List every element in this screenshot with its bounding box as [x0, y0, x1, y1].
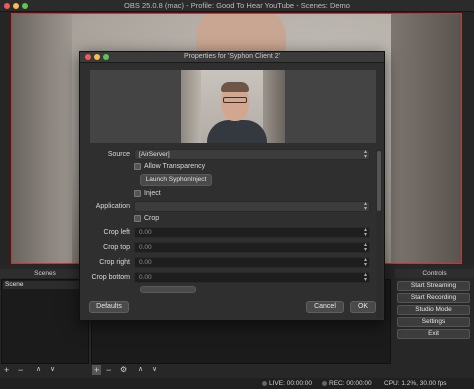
source-select[interactable]: [AirServer] ▴ ▾ — [134, 149, 370, 160]
source-row: Source [AirServer] ▴ ▾ — [80, 149, 386, 161]
crop-label: Crop — [144, 215, 160, 222]
crop-left-value: 0.00 — [139, 229, 152, 236]
partially-hidden-button[interactable] — [140, 286, 196, 293]
exit-button[interactable]: Exit — [397, 329, 470, 339]
source-value: [AirServer] — [139, 151, 170, 158]
source-properties-gear-icon[interactable]: ⚙ — [120, 365, 127, 375]
crop-right-row: Crop right 0.00 ▴ ▾ — [80, 257, 386, 269]
settings-button[interactable]: Settings — [397, 317, 470, 327]
stepper-arrows-icon[interactable]: ▴ ▾ — [364, 272, 367, 283]
preview-person-body — [207, 120, 267, 143]
inject-row: Inject — [80, 189, 386, 201]
cpu-status: CPU: 1.2%, 30.00 fps — [384, 380, 447, 387]
move-source-up-icon[interactable]: ∧ — [138, 365, 143, 375]
move-source-down-icon[interactable]: ∨ — [152, 365, 157, 375]
move-scene-up-icon[interactable]: ∧ — [36, 365, 41, 375]
allow-transparency-checkbox[interactable]: Allow Transparency — [134, 163, 205, 170]
crop-bottom-row: Crop bottom 0.00 ▴ ▾ — [80, 272, 386, 284]
preview-left-wall — [12, 14, 72, 263]
add-scene-icon[interactable]: + — [4, 365, 9, 375]
add-source-icon[interactable]: + — [92, 365, 102, 375]
rec-status: REC: 00:00:00 — [322, 380, 372, 387]
crop-checkbox[interactable]: Crop — [134, 215, 159, 222]
live-status: LIVE: 00:00:00 — [262, 380, 312, 387]
source-label: Source — [107, 151, 130, 158]
crop-top-input[interactable]: 0.00 ▴ ▾ — [134, 242, 370, 253]
scenes-dock-title: Scenes — [0, 269, 90, 278]
application-row: Application ▴ ▾ — [80, 201, 386, 213]
checkbox-icon — [134, 215, 141, 222]
defaults-button[interactable]: Defaults — [89, 301, 129, 313]
preview-door — [391, 14, 461, 263]
scene-item[interactable]: Scene — [3, 281, 87, 289]
title-bar: OBS 25.0.8 (mac) - Profile: Good To Hear… — [0, 0, 474, 12]
select-arrows-icon: ▴ ▾ — [363, 201, 367, 212]
dialog-title: Properties for 'Syphon Client 2' — [183, 53, 281, 60]
crop-top-value: 0.00 — [139, 244, 152, 251]
crop-row: Crop — [80, 214, 386, 226]
status-bar: LIVE: 00:00:00 REC: 00:00:00 CPU: 1.2%, … — [0, 378, 474, 389]
select-arrows-icon: ▴ ▾ — [363, 149, 367, 160]
controls-dock-title: Controls — [395, 269, 474, 278]
cancel-button[interactable]: Cancel — [306, 301, 344, 313]
crop-left-input[interactable]: 0.00 ▴ ▾ — [134, 227, 370, 238]
launch-syphoninject-button[interactable]: Launch SyphonInject — [140, 174, 212, 186]
crop-right-value: 0.00 — [139, 259, 152, 266]
crop-left-label: Crop left — [103, 229, 130, 236]
crop-left-row: Crop left 0.00 ▴ ▾ — [80, 227, 386, 239]
remove-source-icon[interactable]: − — [106, 365, 111, 375]
crop-right-label: Crop right — [99, 259, 130, 266]
crop-bottom-input[interactable]: 0.00 ▴ ▾ — [134, 272, 370, 283]
remove-scene-icon[interactable]: − — [18, 365, 23, 375]
rec-indicator-icon — [322, 380, 327, 386]
scenes-list[interactable]: Scene — [1, 279, 89, 364]
start-streaming-button[interactable]: Start Streaming — [397, 281, 470, 291]
preview-wall-right — [263, 70, 285, 143]
window-title: OBS 25.0.8 (mac) - Profile: Good To Hear… — [124, 1, 350, 10]
source-preview-area — [90, 70, 376, 143]
move-scene-down-icon[interactable]: ∨ — [50, 365, 55, 375]
ok-button[interactable]: OK — [350, 301, 376, 313]
source-preview-image — [181, 70, 285, 143]
allow-transparency-label: Allow Transparency — [144, 163, 206, 170]
live-indicator-icon — [262, 380, 267, 386]
crop-bottom-label: Crop bottom — [91, 274, 130, 281]
stepper-arrows-icon[interactable]: ▴ ▾ — [364, 242, 367, 253]
crop-right-input[interactable]: 0.00 ▴ ▾ — [134, 257, 370, 268]
preview-person-glasses — [223, 97, 247, 103]
crop-bottom-value: 0.00 — [139, 274, 152, 281]
checkbox-icon — [134, 190, 141, 197]
allow-transparency-row: Allow Transparency — [80, 162, 386, 174]
application-label: Application — [95, 203, 130, 210]
stepper-arrows-icon[interactable]: ▴ ▾ — [364, 227, 367, 238]
preview-person-hair — [221, 82, 249, 92]
obs-window: OBS 25.0.8 (mac) - Profile: Good To Hear… — [0, 0, 474, 389]
studio-mode-button[interactable]: Studio Mode — [397, 305, 470, 315]
checkbox-icon — [134, 163, 141, 170]
application-select[interactable]: ▴ ▾ — [134, 201, 370, 212]
stepper-arrows-icon[interactable]: ▴ ▾ — [364, 257, 367, 268]
start-recording-button[interactable]: Start Recording — [397, 293, 470, 303]
inject-label: Inject — [144, 190, 161, 197]
preview-wall-left — [181, 70, 201, 143]
properties-dialog: Properties for 'Syphon Client 2' Source … — [79, 51, 385, 321]
inject-checkbox[interactable]: Inject — [134, 190, 161, 197]
crop-top-row: Crop top 0.00 ▴ ▾ — [80, 242, 386, 254]
dialog-title-bar: Properties for 'Syphon Client 2' — [80, 52, 384, 63]
crop-top-label: Crop top — [103, 244, 130, 251]
